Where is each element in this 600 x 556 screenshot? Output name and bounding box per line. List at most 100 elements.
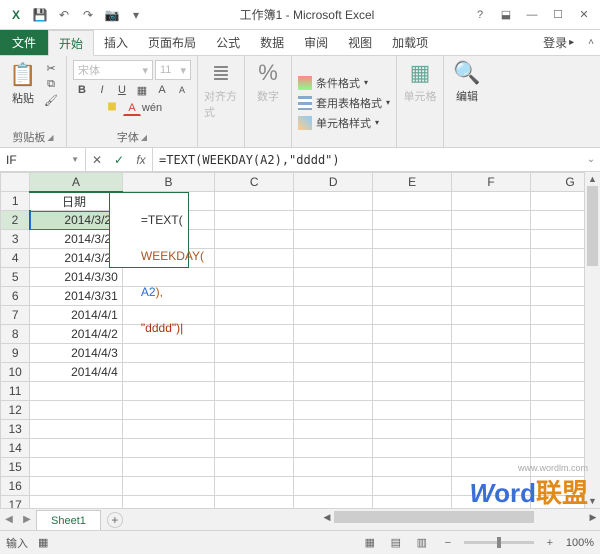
cell[interactable] bbox=[452, 496, 531, 509]
vertical-scrollbar[interactable]: ▲ ▼ bbox=[584, 172, 600, 508]
cell[interactable] bbox=[294, 401, 373, 420]
alignment-button[interactable]: ≣ 对齐方式 bbox=[204, 60, 238, 120]
undo-icon[interactable]: ↶ bbox=[54, 5, 74, 25]
cell[interactable] bbox=[373, 439, 452, 458]
col-header-F[interactable]: F bbox=[452, 173, 531, 192]
macro-record-icon[interactable]: ▦ bbox=[38, 536, 48, 549]
conditional-format-button[interactable]: 条件格式▾ bbox=[298, 73, 390, 93]
cell[interactable] bbox=[215, 477, 294, 496]
row-header-3[interactable]: 3 bbox=[1, 230, 30, 249]
save-icon[interactable]: 💾 bbox=[30, 5, 50, 25]
cell[interactable] bbox=[452, 287, 531, 306]
cell[interactable] bbox=[373, 268, 452, 287]
cell[interactable] bbox=[294, 477, 373, 496]
row-header-11[interactable]: 11 bbox=[1, 382, 30, 401]
hscroll-track[interactable] bbox=[334, 509, 586, 525]
row-header-4[interactable]: 4 bbox=[1, 249, 30, 268]
italic-button[interactable]: I bbox=[93, 82, 111, 98]
cell[interactable] bbox=[122, 496, 214, 509]
cell[interactable] bbox=[215, 211, 294, 230]
cell[interactable] bbox=[452, 192, 531, 211]
cell[interactable] bbox=[452, 458, 531, 477]
cell[interactable] bbox=[294, 325, 373, 344]
cell[interactable] bbox=[215, 306, 294, 325]
row-header-9[interactable]: 9 bbox=[1, 344, 30, 363]
cut-icon[interactable]: ✂ bbox=[42, 60, 60, 76]
row-header-15[interactable]: 15 bbox=[1, 458, 30, 477]
cell[interactable] bbox=[373, 363, 452, 382]
tab-data[interactable]: 数据 bbox=[250, 30, 294, 55]
cell[interactable] bbox=[30, 458, 122, 477]
cell[interactable] bbox=[122, 344, 214, 363]
col-header-A[interactable]: A bbox=[30, 173, 122, 192]
row-header-8[interactable]: 8 bbox=[1, 325, 30, 344]
cell[interactable] bbox=[294, 496, 373, 509]
border-button[interactable]: ▦ bbox=[133, 82, 151, 98]
tab-formulas[interactable]: 公式 bbox=[206, 30, 250, 55]
cell[interactable] bbox=[122, 420, 214, 439]
col-header-E[interactable]: E bbox=[373, 173, 452, 192]
format-painter-icon[interactable]: 🖌 bbox=[42, 92, 60, 108]
cell[interactable] bbox=[122, 439, 214, 458]
cell[interactable] bbox=[373, 477, 452, 496]
login-link[interactable]: 登录▸ bbox=[535, 30, 582, 55]
cell[interactable] bbox=[215, 230, 294, 249]
cell[interactable] bbox=[373, 306, 452, 325]
cell[interactable] bbox=[215, 458, 294, 477]
scroll-left-icon[interactable]: ◀ bbox=[320, 512, 334, 523]
cell[interactable]: 2014/4/2 bbox=[30, 325, 122, 344]
font-name-select[interactable]: 宋体▾ bbox=[73, 60, 153, 80]
cell[interactable] bbox=[294, 363, 373, 382]
cell[interactable] bbox=[373, 496, 452, 509]
tab-insert[interactable]: 插入 bbox=[94, 30, 138, 55]
cell[interactable]: 2014/3/31 bbox=[30, 287, 122, 306]
close-icon[interactable]: ✕ bbox=[572, 5, 596, 25]
ribbon-options-icon[interactable]: ⬓ bbox=[494, 5, 518, 25]
cell[interactable] bbox=[215, 439, 294, 458]
tab-layout[interactable]: 页面布局 bbox=[138, 30, 206, 55]
cell[interactable] bbox=[373, 192, 452, 211]
qat-more-icon[interactable]: ▾ bbox=[126, 5, 146, 25]
cell[interactable] bbox=[452, 325, 531, 344]
tab-addins[interactable]: 加载项 bbox=[382, 30, 438, 55]
row-header-10[interactable]: 10 bbox=[1, 363, 30, 382]
add-sheet-button[interactable]: + bbox=[107, 512, 123, 528]
cell[interactable] bbox=[215, 287, 294, 306]
font-launcher-icon[interactable]: ◢ bbox=[141, 133, 147, 142]
cell[interactable] bbox=[294, 230, 373, 249]
cell[interactable] bbox=[452, 439, 531, 458]
view-pagebreak-icon[interactable]: ▥ bbox=[412, 535, 432, 551]
cell[interactable] bbox=[122, 363, 214, 382]
cell[interactable] bbox=[215, 344, 294, 363]
zoom-slider[interactable] bbox=[464, 541, 534, 544]
cell[interactable] bbox=[452, 420, 531, 439]
expand-formula-bar-icon[interactable]: ⌄ bbox=[582, 148, 600, 171]
grow-font-button[interactable]: A bbox=[153, 82, 171, 98]
hscroll-thumb[interactable] bbox=[334, 511, 534, 523]
copy-icon[interactable]: ⧉ bbox=[42, 76, 60, 92]
bold-button[interactable]: B bbox=[73, 82, 91, 98]
sheet-tab-1[interactable]: Sheet1 bbox=[36, 510, 101, 530]
cell[interactable] bbox=[373, 401, 452, 420]
cell[interactable] bbox=[215, 268, 294, 287]
collapse-ribbon-icon[interactable]: ˄ bbox=[582, 30, 600, 55]
tab-view[interactable]: 视图 bbox=[338, 30, 382, 55]
sheet-nav-prev-icon[interactable]: ◀ bbox=[0, 509, 18, 530]
cell[interactable] bbox=[373, 249, 452, 268]
row-header-2[interactable]: 2 bbox=[1, 211, 30, 230]
cell[interactable] bbox=[452, 344, 531, 363]
scroll-right-icon[interactable]: ▶ bbox=[586, 512, 600, 523]
cell[interactable] bbox=[294, 344, 373, 363]
enter-formula-button[interactable]: ✓ bbox=[108, 153, 130, 167]
underline-button[interactable]: U bbox=[113, 82, 131, 98]
tab-review[interactable]: 审阅 bbox=[294, 30, 338, 55]
cell[interactable] bbox=[452, 382, 531, 401]
name-box[interactable]: IF▼ bbox=[0, 148, 86, 171]
phonetic-button[interactable]: wén bbox=[143, 100, 161, 116]
cell[interactable] bbox=[373, 420, 452, 439]
zoom-out-button[interactable]: − bbox=[438, 535, 458, 551]
cell[interactable] bbox=[30, 477, 122, 496]
cell[interactable] bbox=[373, 325, 452, 344]
col-header-B[interactable]: B bbox=[122, 173, 214, 192]
cell[interactable] bbox=[294, 382, 373, 401]
